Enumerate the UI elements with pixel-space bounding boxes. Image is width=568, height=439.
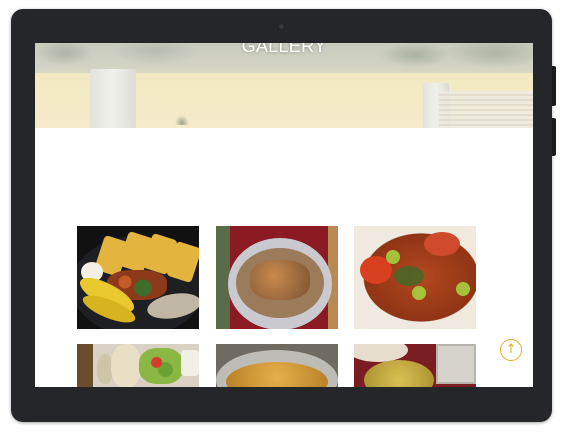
gallery-photo-crab-stew[interactable] (354, 226, 476, 329)
gallery-photo-plantain-fish[interactable] (77, 226, 199, 329)
arrow-up-circle-icon[interactable]: ↑ (500, 339, 522, 361)
gallery-photo-stew-bowls[interactable] (354, 344, 476, 387)
gallery-photo-soup-pot[interactable] (216, 344, 338, 387)
gallery-photo-fufu-salad[interactable] (77, 344, 199, 387)
page-title: GALLERY (241, 43, 327, 56)
volume-button (552, 66, 556, 106)
camera-icon (278, 23, 285, 30)
screen: GALLERY ↑ (35, 43, 533, 387)
power-button (552, 118, 556, 156)
gallery-photo-covered-platter[interactable] (216, 226, 338, 329)
